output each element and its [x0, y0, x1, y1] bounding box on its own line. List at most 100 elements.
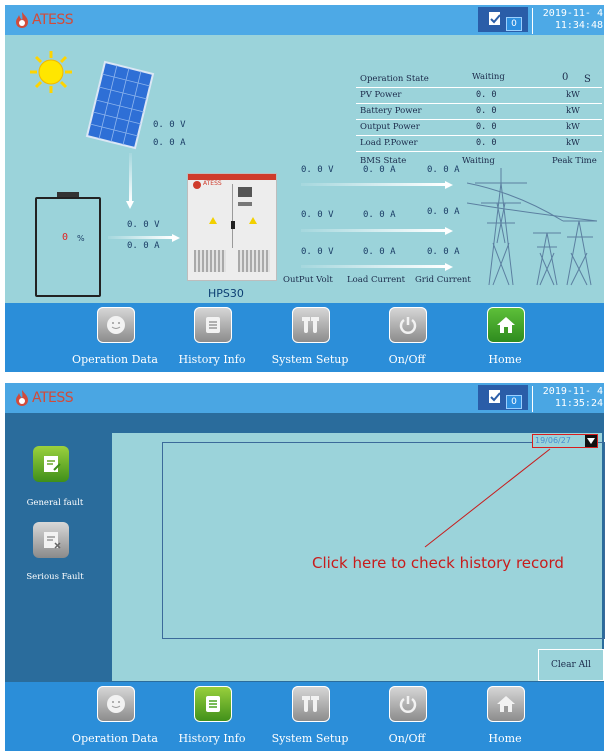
date-display: 2019-11- 4: [542, 386, 603, 397]
brand-name: ATESS: [32, 12, 74, 28]
delete-doc-icon: [44, 532, 61, 549]
status-row-operation-state: Operation State Waiting 0 S: [356, 72, 602, 88]
load-current-label: Load Current: [347, 275, 405, 285]
callout-text: Click here to check history record: [312, 554, 564, 572]
list-icon[interactable]: [194, 307, 232, 343]
battery-flow-arrow: [108, 236, 172, 239]
general-fault-label: General fault: [26, 498, 84, 508]
grid-current-label: Grid Current: [415, 275, 471, 285]
chevron-down-icon[interactable]: [585, 435, 597, 447]
battery-percent-unit: %: [77, 234, 85, 243]
inverter-cabinet: ATESS: [187, 173, 277, 281]
cabinet-brand: ATESS: [203, 180, 222, 187]
output-volt-2: 0. 0 V: [301, 210, 334, 220]
document-icon: [489, 12, 501, 25]
power-icon[interactable]: [389, 686, 427, 722]
nav-system-setup-label: System Setup: [271, 732, 349, 745]
nav-history-info[interactable]: History Info: [162, 303, 262, 372]
home-screen: ATESS 0 2019-11- 4 11:34:48 0. 0 V 0. 0 …: [5, 5, 604, 372]
nav-on-off-label: On/Off: [388, 353, 426, 366]
output-flow-arrowhead-1: [445, 181, 453, 189]
tools-icon[interactable]: [292, 307, 330, 343]
nav-on-off[interactable]: On/Off: [357, 303, 457, 372]
grid-current-3: 0. 0 A: [427, 247, 460, 257]
bottom-nav: Operation Data History Info System Setup…: [5, 303, 604, 372]
list-icon[interactable]: [194, 686, 232, 722]
date-select[interactable]: 19/06/27: [532, 434, 598, 448]
notification-count: 0: [506, 17, 522, 31]
nav-system-setup[interactable]: System Setup: [260, 682, 360, 751]
nav-home-label: Home: [488, 353, 522, 366]
output-flow-arrow-2: [301, 229, 445, 232]
home-icon[interactable]: [487, 307, 525, 343]
pv-current: 0. 0 A: [153, 138, 186, 148]
flame-logo-icon: [16, 390, 28, 406]
brand-logo: ATESS: [13, 10, 74, 30]
nav-home-label: Home: [488, 732, 522, 745]
status-row-pv-power: PV Power 0. 0 kW: [356, 88, 602, 104]
output-flow-arrow-1: [301, 183, 445, 186]
nav-home[interactable]: Home: [455, 682, 555, 751]
nav-history-info-label: History Info: [178, 732, 246, 745]
load-current-3: 0. 0 A: [363, 247, 396, 257]
inverter-model: HPS30: [208, 287, 244, 300]
top-bar: ATESS 0 2019-11- 4 11:34:48: [5, 5, 604, 35]
tools-icon[interactable]: [292, 686, 330, 722]
notification-count: 0: [506, 395, 522, 409]
load-current-2: 0. 0 A: [363, 210, 396, 220]
nav-operation-data-label: Operation Data: [72, 353, 158, 366]
flame-logo-icon: [16, 12, 28, 28]
cabinet-logo: [193, 181, 201, 189]
smiley-icon[interactable]: [97, 307, 135, 343]
top-bar: ATESS 0 2019-11- 4 11:35:24: [5, 383, 604, 413]
general-fault-button[interactable]: [33, 446, 69, 482]
smiley-icon[interactable]: [97, 686, 135, 722]
output-volt-1: 0. 0 V: [301, 165, 334, 175]
power-icon[interactable]: [389, 307, 427, 343]
serious-fault-label: Serious Fault: [26, 572, 84, 582]
nav-history-info-label: History Info: [178, 353, 246, 366]
pv-flow-arrowhead: [126, 201, 134, 209]
sun-icon: [30, 51, 72, 93]
battery-icon: [35, 192, 101, 298]
serious-fault-button[interactable]: [33, 522, 69, 558]
nav-home[interactable]: Home: [455, 303, 555, 372]
status-row-load-power: Load P.Power 0. 0 kW: [356, 136, 602, 152]
home-icon[interactable]: [487, 686, 525, 722]
pv-voltage: 0. 0 V: [153, 120, 186, 130]
output-volt-3: 0. 0 V: [301, 247, 334, 257]
nav-on-off[interactable]: On/Off: [357, 682, 457, 751]
status-row-output-power: Output Power 0. 0 kW: [356, 120, 602, 136]
alarm-notification-button[interactable]: 0: [478, 7, 528, 32]
history-panel: General fault Serious Fault 19/06/27 Cli…: [5, 413, 605, 682]
solar-panel-icon: [85, 60, 155, 150]
history-record-panel: 19/06/27 Click here to check history rec…: [112, 433, 605, 681]
power-grid-tower-icon: [467, 168, 598, 286]
document-icon: [489, 390, 501, 403]
grid-current-2: 0. 0 A: [427, 207, 460, 217]
nav-system-setup[interactable]: System Setup: [260, 303, 360, 372]
status-row-bms-state: BMS State Waiting Peak Time: [360, 156, 597, 166]
battery-flow-arrowhead: [172, 234, 180, 242]
clear-all-button[interactable]: Clear All: [538, 649, 604, 681]
output-flow-arrowhead-3: [445, 263, 453, 271]
nav-operation-data-label: Operation Data: [72, 732, 158, 745]
nav-operation-data[interactable]: Operation Data: [65, 682, 165, 751]
brand-logo: ATESS: [13, 388, 74, 408]
brand-name: ATESS: [32, 390, 74, 406]
callout-pointer: [424, 448, 551, 548]
status-row-battery-power: Battery Power 0. 0 kW: [356, 104, 602, 120]
nav-operation-data[interactable]: Operation Data: [65, 303, 165, 372]
bottom-nav: Operation Data History Info System Setup…: [5, 682, 604, 751]
pv-flow-arrow: [129, 153, 132, 203]
overview-panel: 0. 0 V 0. 0 A 0 % 0. 0 V 0. 0 A ATESS HP…: [5, 35, 604, 303]
time-display: 11:34:48: [554, 20, 603, 31]
output-flow-arrow-3: [301, 265, 445, 268]
edit-icon: [44, 456, 61, 472]
battery-percent: 0: [62, 232, 69, 243]
alarm-notification-button[interactable]: 0: [478, 385, 528, 410]
time-display: 11:35:24: [554, 398, 603, 409]
date-select-value: 19/06/27: [535, 436, 571, 445]
clock: 2019-11- 4 11:35:24: [532, 386, 603, 412]
nav-history-info[interactable]: History Info: [162, 682, 262, 751]
